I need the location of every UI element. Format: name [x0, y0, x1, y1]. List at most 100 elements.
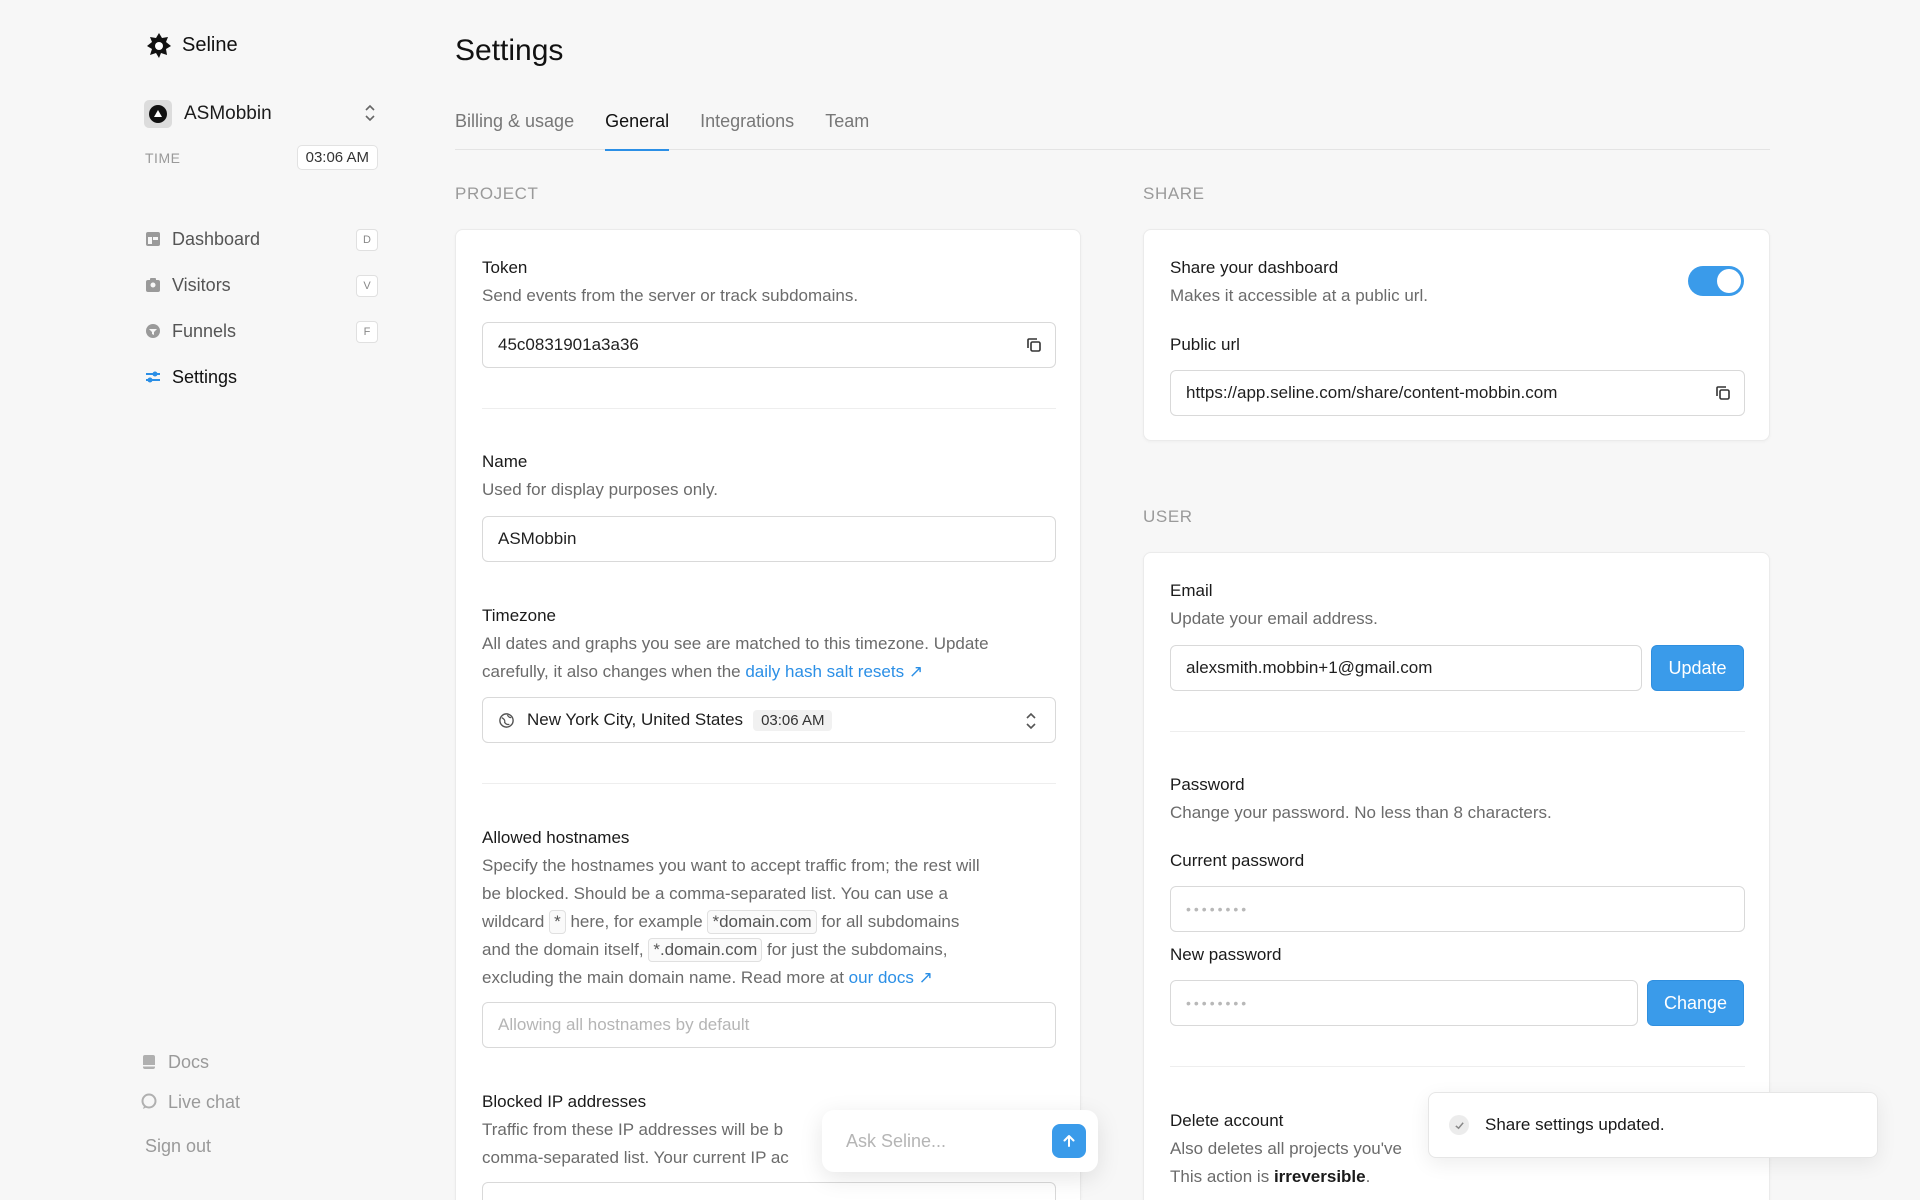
brand-name: Seline: [182, 33, 238, 56]
check-icon: [1449, 1115, 1469, 1135]
hostnames-desc-text: and the domain itself,: [482, 940, 649, 959]
toast-notification: Share settings updated.: [1428, 1092, 1878, 1158]
blocked-ip-desc: Traffic from these IP addresses will be …: [482, 1116, 789, 1172]
tab-general[interactable]: General: [605, 108, 670, 151]
sidebar-item-settings[interactable]: Settings: [144, 354, 378, 400]
change-password-button[interactable]: Change: [1647, 980, 1744, 1026]
dashboard-icon: [146, 232, 160, 246]
send-button[interactable]: [1052, 1124, 1086, 1158]
blocked-ip-desc-line1: Traffic from these IP addresses will be …: [482, 1120, 784, 1139]
project-switcher[interactable]: ASMobbin: [144, 98, 378, 130]
divider: [1170, 1066, 1745, 1067]
email-title: Email: [1170, 581, 1213, 600]
our-docs-link[interactable]: our docs: [849, 968, 914, 987]
sidebar-nav: Dashboard D Visitors V Funnels F Setting…: [144, 216, 378, 400]
name-title: Name: [482, 452, 528, 471]
share-title: Share your dashboard: [1170, 258, 1339, 277]
toast-message: Share settings updated.: [1485, 1115, 1665, 1134]
blocked-ip-title: Blocked IP addresses: [482, 1092, 647, 1111]
hostnames-desc-text: here, for example: [565, 912, 708, 931]
new-password-label: New password: [1170, 945, 1282, 964]
name-value: ASMobbin: [498, 529, 577, 548]
divider: [482, 408, 1056, 409]
hostnames-desc-text: wildcard: [482, 912, 550, 931]
public-url-field[interactable]: https://app.seline.com/share/content-mob…: [1170, 370, 1745, 416]
chevron-updown-icon: [365, 104, 375, 122]
divider: [1170, 731, 1745, 732]
copy-icon[interactable]: [1025, 336, 1043, 354]
email-desc: Update your email address.: [1170, 609, 1378, 628]
blocked-ip-input[interactable]: [482, 1182, 1056, 1200]
daily-hash-salt-link[interactable]: daily hash salt resets: [745, 662, 904, 681]
visitors-icon: [146, 278, 160, 292]
tab-team[interactable]: Team: [825, 108, 869, 150]
delete-account-title: Delete account: [1170, 1111, 1284, 1130]
time-value: 03:06 AM: [296, 145, 378, 170]
sign-out-link[interactable]: Sign out: [145, 1136, 211, 1157]
time-label: TIME: [145, 149, 181, 166]
irreversible-text: irreversible: [1273, 1167, 1366, 1186]
copy-icon[interactable]: [1714, 384, 1732, 402]
delete-desc-line2: This action is: [1170, 1167, 1274, 1186]
settings-sliders-icon: [146, 371, 160, 383]
arrow-up-icon: [1063, 1135, 1075, 1147]
token-field[interactable]: 45c0831901a3a36: [482, 322, 1056, 368]
delete-desc-suffix: .: [1365, 1167, 1371, 1186]
shortcut-key: D: [356, 229, 378, 251]
new-password-input[interactable]: ••••••••: [1170, 980, 1638, 1026]
hostnames-desc-text: for all subdomains: [816, 912, 960, 931]
code-snippet: *.domain.com: [648, 938, 763, 962]
tab-integrations[interactable]: Integrations: [700, 108, 794, 150]
sidebar-item-dashboard[interactable]: Dashboard D: [144, 216, 378, 262]
code-snippet: *domain.com: [707, 910, 817, 934]
shortcut-key: V: [356, 275, 378, 297]
ask-placeholder: Ask Seline...: [846, 1130, 947, 1151]
time-row: TIME 03:06 AM: [145, 145, 378, 170]
public-url-value: https://app.seline.com/share/content-mob…: [1186, 383, 1558, 402]
divider: [482, 783, 1056, 784]
sidebar-item-label: Dashboard: [172, 228, 261, 249]
code-snippet: *: [549, 910, 566, 934]
chat-bubble-icon: [141, 1093, 157, 1109]
name-desc: Used for display purposes only.: [482, 480, 718, 499]
brand[interactable]: Seline: [144, 30, 238, 60]
share-toggle[interactable]: [1688, 266, 1744, 296]
book-icon: [143, 1055, 155, 1069]
hostnames-desc-text: excluding the main domain name. Read mor…: [482, 968, 849, 987]
password-desc: Change your password. No less than 8 cha…: [1170, 803, 1552, 822]
tab-billing-usage[interactable]: Billing & usage: [455, 108, 574, 150]
sidebar-item-label: Visitors: [172, 274, 231, 295]
docs-link[interactable]: Docs: [140, 1042, 380, 1082]
chevron-updown-icon: [1026, 712, 1036, 730]
name-input[interactable]: ASMobbin: [482, 516, 1056, 562]
hostnames-input[interactable]: Allowing all hostnames by default: [482, 1002, 1056, 1048]
hostnames-desc: Specify the hostnames you want to accept…: [482, 852, 1062, 992]
globe-icon: [499, 712, 514, 728]
external-link-icon: ↗: [904, 662, 924, 681]
project-card: Token Send events from the server or tra…: [455, 229, 1081, 1200]
live-chat-link[interactable]: Live chat: [140, 1082, 380, 1122]
project-section-label: PROJECT: [455, 184, 539, 203]
funnels-icon: [146, 324, 160, 338]
hostnames-desc-line1: Specify the hostnames you want to accept…: [482, 856, 980, 875]
update-email-button[interactable]: Update: [1651, 645, 1744, 691]
project-avatar: [144, 100, 172, 128]
timezone-select[interactable]: New York City, United States 03:06 AM: [482, 697, 1056, 743]
email-value: alexsmith.mobbin+1@gmail.com: [1186, 658, 1433, 677]
live-chat-label: Live chat: [168, 1091, 241, 1112]
page-title: Settings: [455, 34, 564, 67]
blocked-ip-desc-line2: comma-separated list. Your current IP ac: [482, 1148, 789, 1167]
sidebar-item-funnels[interactable]: Funnels F: [144, 308, 378, 354]
delete-desc-line1: Also deletes all projects you've: [1170, 1139, 1402, 1158]
timezone-title: Timezone: [482, 606, 557, 625]
email-input[interactable]: alexsmith.mobbin+1@gmail.com: [1170, 645, 1642, 691]
sidebar: Seline ASMobbin TIME 03:06 AM Dashboard …: [0, 0, 390, 1200]
ask-seline-input[interactable]: Ask Seline...: [822, 1110, 1098, 1172]
seline-logo-icon: [147, 33, 171, 58]
token-value: 45c0831901a3a36: [498, 335, 639, 354]
user-section-label: USER: [1143, 507, 1193, 526]
external-link-icon: ↗: [913, 968, 933, 987]
hostnames-desc-text: for just the subdomains,: [762, 940, 948, 959]
sidebar-item-visitors[interactable]: Visitors V: [144, 262, 378, 308]
current-password-input[interactable]: ••••••••: [1170, 886, 1745, 932]
